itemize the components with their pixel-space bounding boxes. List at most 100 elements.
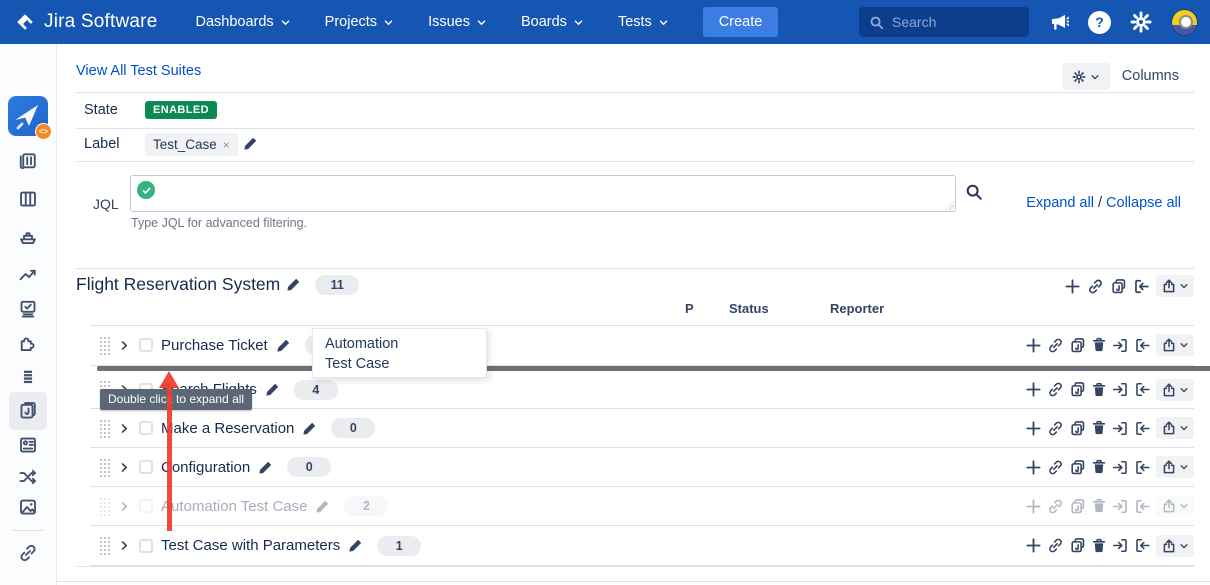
drag-handle[interactable] xyxy=(99,497,110,516)
link-icon[interactable] xyxy=(1047,459,1064,476)
expand-chevron-right-icon[interactable] xyxy=(118,422,131,435)
test-suite-title[interactable]: Flight Reservation System xyxy=(76,274,280,295)
sidebar-item-list-lines-icon[interactable] xyxy=(19,368,37,386)
row-checkbox[interactable] xyxy=(139,539,153,553)
link-icon[interactable] xyxy=(1047,337,1064,354)
row-checkbox[interactable] xyxy=(139,421,153,435)
drag-handle[interactable] xyxy=(99,458,110,477)
sidebar-item-stacked-boards-icon[interactable] xyxy=(18,151,38,171)
move-in-icon[interactable] xyxy=(1112,537,1129,554)
edit-title-pencil-icon[interactable] xyxy=(286,277,301,292)
delete-trash-icon[interactable] xyxy=(1091,459,1107,475)
move-out-icon[interactable] xyxy=(1134,459,1151,476)
export-button[interactable] xyxy=(1156,495,1194,517)
move-in-icon[interactable] xyxy=(1112,381,1129,398)
clone-icon[interactable] xyxy=(1069,337,1086,354)
textarea-resize-handle[interactable] xyxy=(945,201,954,210)
sidebar-item-link-icon[interactable] xyxy=(18,543,38,563)
move-in-icon[interactable] xyxy=(1112,498,1129,515)
label-chip[interactable]: Test_Case × xyxy=(145,133,238,156)
move-out-icon[interactable] xyxy=(1134,498,1151,515)
link-icon[interactable] xyxy=(1047,420,1064,437)
nav-boards[interactable]: Boards xyxy=(521,14,584,30)
global-search[interactable] xyxy=(859,7,1029,37)
nav-projects[interactable]: Projects xyxy=(325,14,394,30)
project-avatar[interactable]: <> xyxy=(8,96,48,136)
add-icon[interactable] xyxy=(1025,537,1042,554)
jql-input[interactable] xyxy=(131,176,955,211)
nav-issues[interactable]: Issues xyxy=(428,14,487,30)
row-checkbox[interactable] xyxy=(139,338,153,352)
export-button[interactable] xyxy=(1156,535,1194,557)
sidebar-item-contact-card-icon[interactable] xyxy=(18,435,38,455)
edit-row-pencil-icon[interactable] xyxy=(315,499,330,514)
help-icon[interactable]: ? xyxy=(1088,11,1111,34)
move-out-icon[interactable] xyxy=(1134,381,1151,398)
move-in-icon[interactable] xyxy=(1112,337,1129,354)
edit-row-pencil-icon[interactable] xyxy=(276,338,291,353)
edit-row-pencil-icon[interactable] xyxy=(265,382,280,397)
add-icon[interactable] xyxy=(1025,420,1042,437)
export-button[interactable] xyxy=(1156,417,1194,439)
move-out-icon[interactable] xyxy=(1133,278,1150,295)
expand-chevron-right-icon[interactable] xyxy=(118,339,131,352)
collapse-all-link[interactable]: Collapse all xyxy=(1106,195,1181,211)
row-title[interactable]: Purchase Ticket xyxy=(161,337,268,354)
delete-trash-icon[interactable] xyxy=(1091,382,1107,398)
export-button[interactable] xyxy=(1156,334,1194,356)
feedback-megaphone-icon[interactable] xyxy=(1048,12,1069,33)
clone-icon[interactable] xyxy=(1110,278,1127,295)
columns-settings-button[interactable] xyxy=(1062,63,1110,90)
move-out-icon[interactable] xyxy=(1134,537,1151,554)
jql-search-icon[interactable] xyxy=(965,183,983,201)
row-checkbox[interactable] xyxy=(139,460,153,474)
delete-trash-icon[interactable] xyxy=(1091,498,1107,514)
row-title[interactable]: Automation Test Case xyxy=(161,498,307,515)
columns-label[interactable]: Columns xyxy=(1122,68,1179,84)
move-in-icon[interactable] xyxy=(1112,420,1129,437)
delete-trash-icon[interactable] xyxy=(1091,420,1107,436)
move-in-icon[interactable] xyxy=(1112,459,1129,476)
export-button[interactable] xyxy=(1156,379,1194,401)
row-title[interactable]: Test Case with Parameters xyxy=(161,537,340,554)
view-all-test-suites-link[interactable]: View All Test Suites xyxy=(76,63,201,79)
row-title[interactable]: Make a Reservation xyxy=(161,420,294,437)
add-icon[interactable] xyxy=(1025,337,1042,354)
expand-all-link[interactable]: Expand all xyxy=(1026,195,1094,211)
sidebar-item-board-columns-icon[interactable] xyxy=(18,189,38,209)
add-icon[interactable] xyxy=(1025,381,1042,398)
export-button[interactable] xyxy=(1156,456,1194,478)
sidebar-item-test-suites-icon[interactable] xyxy=(9,392,47,430)
expand-chevron-right-icon[interactable] xyxy=(118,539,131,552)
remove-label-icon[interactable]: × xyxy=(223,138,230,152)
sidebar-item-shuffle-icon[interactable] xyxy=(18,467,38,487)
link-icon[interactable] xyxy=(1047,498,1064,515)
move-out-icon[interactable] xyxy=(1134,337,1151,354)
delete-trash-icon[interactable] xyxy=(1091,337,1107,353)
clone-icon[interactable] xyxy=(1069,459,1086,476)
edit-row-pencil-icon[interactable] xyxy=(302,421,317,436)
sidebar-item-reports-chart-icon[interactable] xyxy=(18,265,38,285)
settings-gear-icon[interactable] xyxy=(1130,11,1152,33)
expand-chevron-right-icon[interactable] xyxy=(118,500,131,513)
sidebar-item-puzzle-addon-icon[interactable] xyxy=(18,333,38,353)
expand-chevron-right-icon[interactable] xyxy=(118,461,131,474)
edit-label-pencil-icon[interactable] xyxy=(243,136,258,151)
edit-row-pencil-icon[interactable] xyxy=(348,538,363,553)
row-checkbox[interactable] xyxy=(139,499,153,513)
sidebar-item-media-image-icon[interactable] xyxy=(18,497,38,517)
add-icon[interactable] xyxy=(1025,498,1042,515)
drag-handle[interactable] xyxy=(99,419,110,438)
nav-dashboards[interactable]: Dashboards xyxy=(195,14,290,30)
sidebar-item-releases-ship-icon[interactable] xyxy=(18,227,38,247)
sidebar-item-monitor-check-icon[interactable] xyxy=(18,299,38,319)
add-icon[interactable] xyxy=(1064,278,1081,295)
clone-icon[interactable] xyxy=(1069,537,1086,554)
drag-handle[interactable] xyxy=(99,536,110,555)
drag-handle[interactable] xyxy=(99,336,110,355)
create-button[interactable]: Create xyxy=(703,7,779,37)
link-icon[interactable] xyxy=(1047,381,1064,398)
row-title[interactable]: Configuration xyxy=(161,459,250,476)
nav-tests[interactable]: Tests xyxy=(618,14,669,30)
jira-logo[interactable]: Jira Software xyxy=(14,11,157,33)
